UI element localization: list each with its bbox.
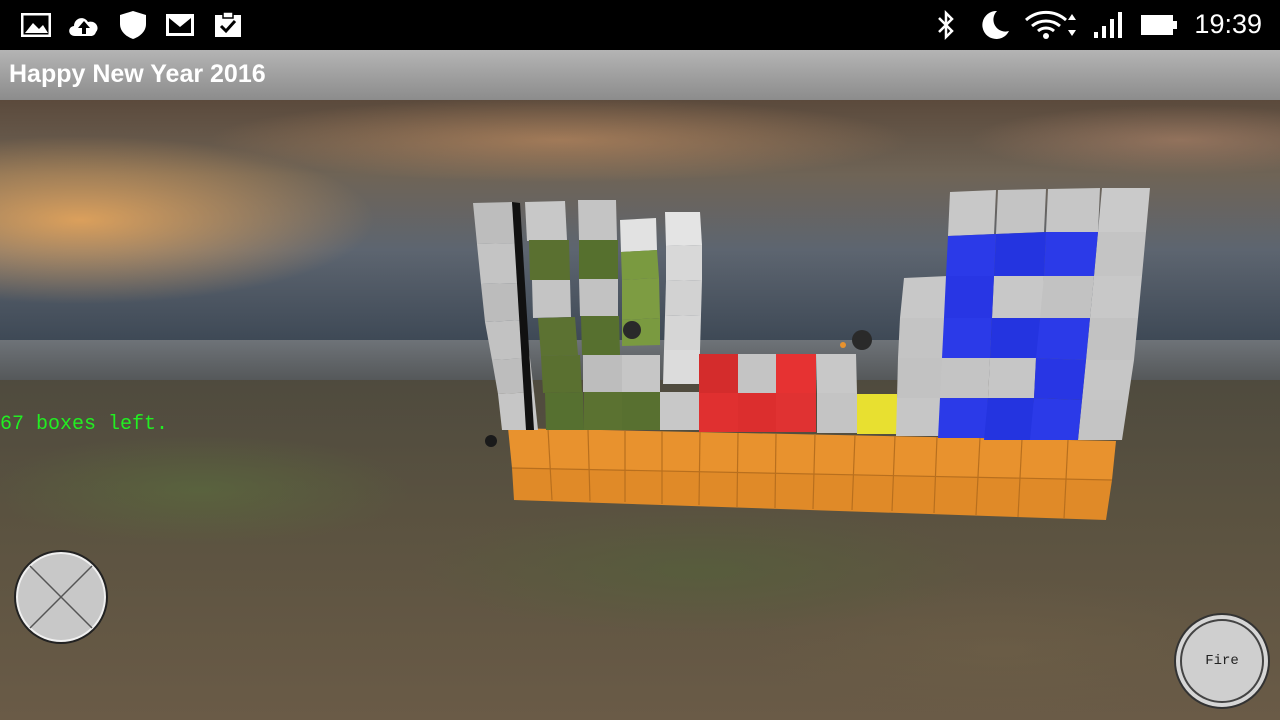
game-viewport[interactable]: 67 boxes left. Fire	[0, 100, 1280, 720]
cloud-upload-icon	[66, 10, 102, 40]
shield-icon	[118, 10, 148, 40]
red-boxes	[699, 354, 857, 433]
fire-button[interactable]: Fire	[1174, 613, 1270, 709]
joystick[interactable]	[14, 550, 108, 644]
fire-button-label: Fire	[1205, 653, 1239, 669]
boxes-left-counter: 67 boxes left.	[0, 413, 169, 436]
mail-icon	[164, 10, 196, 40]
green-boxes	[529, 240, 660, 430]
battery-icon	[1140, 10, 1178, 40]
orange-base	[508, 428, 1116, 520]
clipboard-check-icon	[212, 10, 244, 40]
fire-button-inner: Fire	[1180, 619, 1264, 703]
box-wall	[473, 188, 1150, 520]
app-title: Happy New Year 2016	[9, 60, 266, 88]
signal-icon	[1092, 10, 1126, 40]
status-bar: 19:39	[0, 0, 1280, 50]
yellow-box	[857, 394, 898, 434]
joystick-cross-icon	[29, 565, 93, 629]
bluetooth-icon	[932, 9, 960, 41]
blue-boxes	[938, 232, 1098, 440]
clock: 19:39	[1194, 9, 1262, 39]
app-title-bar: Happy New Year 2016	[0, 50, 1280, 100]
image-icon	[20, 10, 52, 40]
moon-icon	[976, 10, 1012, 40]
wifi-icon	[1024, 10, 1080, 40]
